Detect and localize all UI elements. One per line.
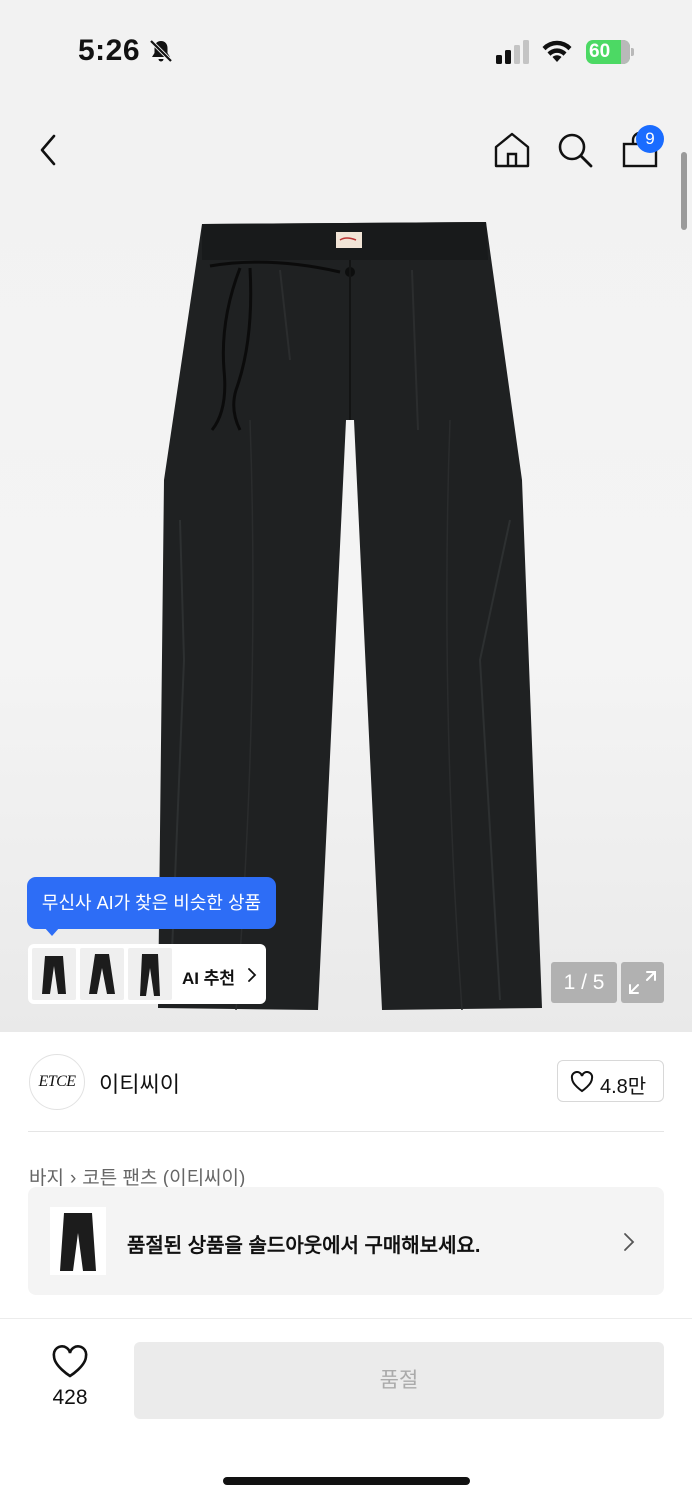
expand-button[interactable] [621, 962, 664, 1003]
scrollbar[interactable] [681, 152, 687, 230]
image-counter: 1 / 5 [551, 962, 617, 1003]
brand-like-button[interactable]: 4.8만 [557, 1060, 664, 1102]
breadcrumb: 바지 › 코튼 팬츠 (이티씨이) [29, 1163, 245, 1190]
wishlist-heart-icon[interactable] [48, 1345, 92, 1379]
battery-level: 60 [589, 41, 611, 62]
chevron-right-icon [624, 1233, 635, 1251]
ai-similar-tooltip[interactable]: 무신사 AI가 찾은 비슷한 상품 [27, 877, 276, 929]
divider [0, 1318, 692, 1319]
breadcrumb-subcategory[interactable]: 코튼 팬츠 (이티씨이) [82, 1168, 245, 1189]
soldout-banner[interactable]: 품절된 상품을 솔드아웃에서 구매해보세요. [28, 1187, 664, 1295]
brand-name[interactable]: 이티씨이 [99, 1067, 180, 1099]
recommend-thumbnail[interactable] [32, 948, 76, 1000]
chevron-right-icon [248, 968, 257, 982]
divider [28, 1131, 664, 1132]
back-icon[interactable] [34, 132, 64, 168]
bell-muted-icon [149, 39, 173, 63]
battery-icon: 60 [586, 40, 634, 64]
wifi-icon [542, 40, 572, 62]
product-gallery[interactable]: 9 무신사 AI가 찾은 비슷한 상품 AI 추천 1 / 5 [0, 100, 692, 1032]
recommend-thumbnail[interactable] [128, 948, 172, 1000]
ai-recommend-strip[interactable]: AI 추천 [28, 944, 266, 1004]
cellular-signal-icon [496, 40, 529, 64]
brand-logo[interactable]: ETCE [29, 1054, 85, 1110]
soldout-message: 품절된 상품을 솔드아웃에서 구매해보세요. [127, 1235, 481, 1257]
wishlist-count: 428 [52, 1386, 88, 1409]
brand-like-count: 4.8만 [600, 1076, 647, 1098]
status-time: 5:26 [78, 34, 141, 67]
status-bar: 5:26 60 [0, 0, 692, 100]
recommend-thumbnail[interactable] [80, 948, 124, 1000]
cart-count-badge: 9 [636, 125, 664, 153]
home-indicator[interactable] [223, 1477, 470, 1485]
expand-icon [629, 971, 656, 994]
breadcrumb-category[interactable]: 바지 [29, 1168, 64, 1189]
heart-icon [570, 1071, 594, 1093]
ai-recommend-label: AI 추천 [182, 969, 236, 988]
search-icon[interactable] [555, 130, 595, 170]
tooltip-tail [44, 927, 60, 936]
soldout-product-thumbnail [50, 1207, 106, 1275]
home-icon[interactable] [492, 130, 532, 170]
sold-out-button[interactable]: 품절 [134, 1342, 664, 1419]
